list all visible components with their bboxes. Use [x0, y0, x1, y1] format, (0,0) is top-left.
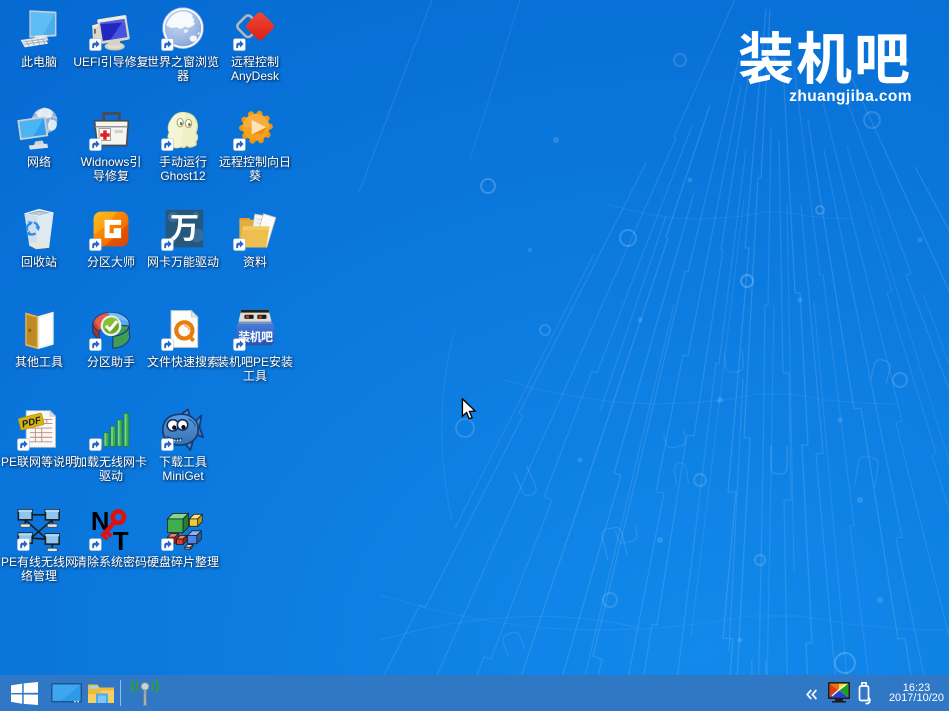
svg-text:T: T [113, 528, 129, 551]
svg-text:万: 万 [170, 207, 199, 248]
